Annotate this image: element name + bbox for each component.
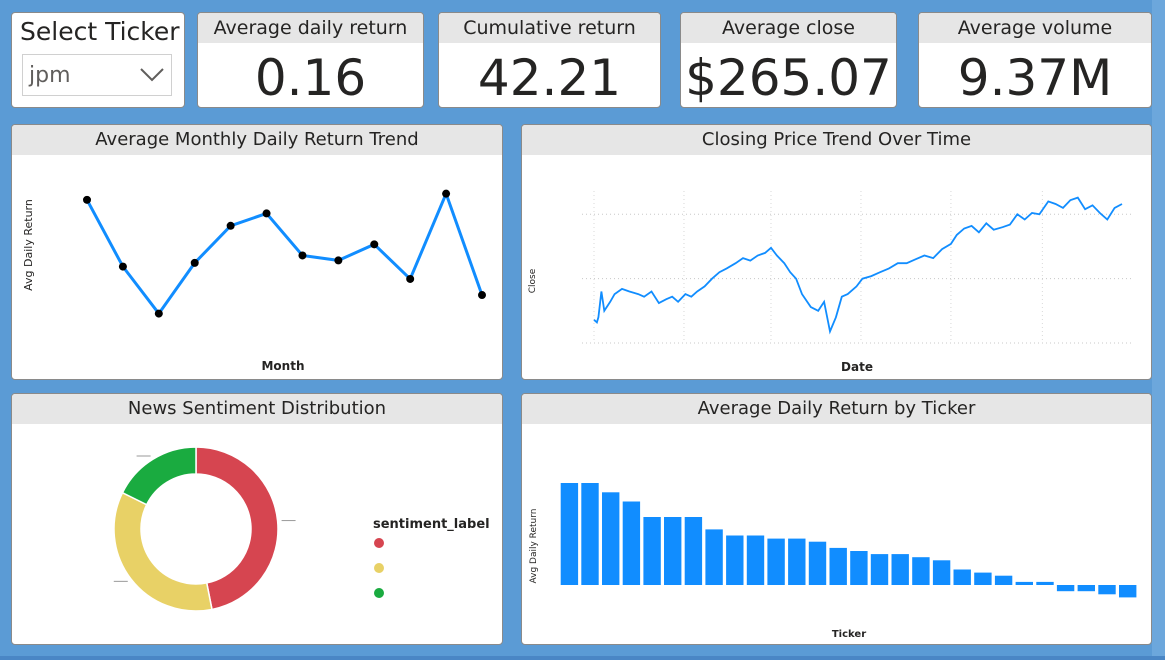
monthly-return-chart-panel[interactable]: Average Monthly Daily Return Trend Avg D… [11, 124, 503, 380]
chart-title: News Sentiment Distribution [12, 394, 502, 424]
bar-cost [994, 575, 1013, 585]
data-point [118, 262, 127, 271]
closing-price-chart-panel[interactable]: Closing Price Trend Over Time Close Date [521, 124, 1152, 380]
chart-title: Closing Price Trend Over Time [522, 125, 1151, 155]
legend-marker-negative [374, 538, 384, 548]
data-point [334, 256, 343, 265]
kpi-card-average-volume: Average volume 9.37M [918, 12, 1152, 108]
data-point [298, 251, 307, 260]
kpi-title: Average daily return [198, 13, 423, 43]
legend-marker-neutral [374, 563, 384, 573]
bar-meta [912, 557, 930, 585]
x-axis-label: Date [841, 360, 873, 374]
data-point [406, 274, 415, 283]
bar-f [788, 538, 806, 585]
y-axis-label: Avg Daily Return [529, 508, 539, 583]
ticker-dropdown-value: jpm [29, 63, 71, 88]
data-point [370, 240, 379, 249]
legend-title: sentiment_label [373, 517, 490, 532]
kpi-title: Average volume [919, 13, 1151, 43]
bar-tsla [581, 483, 599, 585]
bar-bac [829, 547, 847, 585]
kpi-card-cumulative-return: Cumulative return 42.21 [438, 12, 661, 108]
kpi-value: 42.21 [477, 49, 622, 107]
data-point [442, 189, 451, 198]
bar-bx [1056, 585, 1075, 592]
kpi-value: 0.16 [254, 49, 367, 107]
kpi-value: 9.37M [957, 49, 1113, 107]
ticker-slicer[interactable]: Select Ticker jpm [11, 12, 185, 108]
ticker-return-bar-chart[interactable]: Avg Daily Return Ticker [522, 424, 1151, 644]
x-axis-label: Month [261, 359, 304, 373]
data-point [478, 291, 486, 300]
bar-gm [726, 535, 744, 585]
kpi-title: Cumulative return [439, 13, 660, 43]
kpi-value: $265.07 [685, 49, 892, 107]
bar-zs [622, 501, 641, 585]
kpi-title: Average close [681, 13, 896, 43]
legend-marker-positive [374, 588, 384, 598]
bar-wmt [870, 554, 889, 585]
page-bottom-band [0, 656, 1165, 660]
bar-ko [974, 572, 992, 585]
monthly-return-chart[interactable]: Avg Daily Return Month [12, 155, 502, 379]
bar-xom [1036, 581, 1054, 585]
data-point [226, 221, 235, 230]
bar-amzn [808, 541, 827, 585]
ticker-dropdown[interactable]: jpm [22, 54, 172, 96]
bar-tsm [643, 517, 661, 585]
chart-title: Average Monthly Daily Return Trend [12, 125, 502, 155]
bar-pg [1077, 585, 1095, 592]
bar-pypl [1119, 585, 1137, 598]
bar-msft [850, 551, 868, 585]
bar-nflx [705, 529, 723, 585]
bar-nio [684, 517, 703, 585]
y-axis-label: Close [528, 268, 538, 293]
data-point [154, 309, 163, 318]
chart-title: Average Daily Return by Ticker [522, 394, 1151, 424]
kpi-card-average-close: Average close $265.07 [680, 12, 897, 108]
bar-ba [767, 538, 785, 585]
bar-crm [1098, 585, 1116, 595]
bar-intc [560, 483, 579, 585]
bar-jpm [746, 535, 765, 585]
ticker-return-chart-panel[interactable]: Average Daily Return by Ticker Avg Daily… [521, 393, 1152, 645]
sentiment-donut-chart[interactable]: sentiment_label [12, 424, 502, 644]
data-point [83, 195, 91, 204]
sentiment-chart-panel[interactable]: News Sentiment Distribution sentiment_la… [11, 393, 503, 645]
bar-googl [664, 517, 682, 585]
series-line [85, 189, 484, 317]
data-point [262, 209, 271, 218]
y-axis-label: Avg Daily Return [22, 199, 35, 291]
slicer-title: Select Ticker [20, 17, 180, 46]
closing-price-chart[interactable]: Close Date [522, 155, 1151, 379]
kpi-card-avg-daily-return: Average daily return 0.16 [197, 12, 424, 108]
chevron-down-icon[interactable] [139, 65, 165, 83]
bar-amd [602, 492, 620, 585]
bar-dis [932, 560, 951, 585]
bar-aapl [891, 554, 909, 585]
data-point [190, 258, 199, 267]
bar-vz [1015, 581, 1033, 585]
bar-cvx [953, 569, 971, 585]
donut-slice-negative [195, 446, 279, 611]
page-edge-strip [1152, 0, 1165, 656]
x-axis-label: Ticker [832, 629, 866, 640]
donut-slice-neutral [113, 491, 213, 612]
donut-slice-positive [121, 446, 197, 506]
